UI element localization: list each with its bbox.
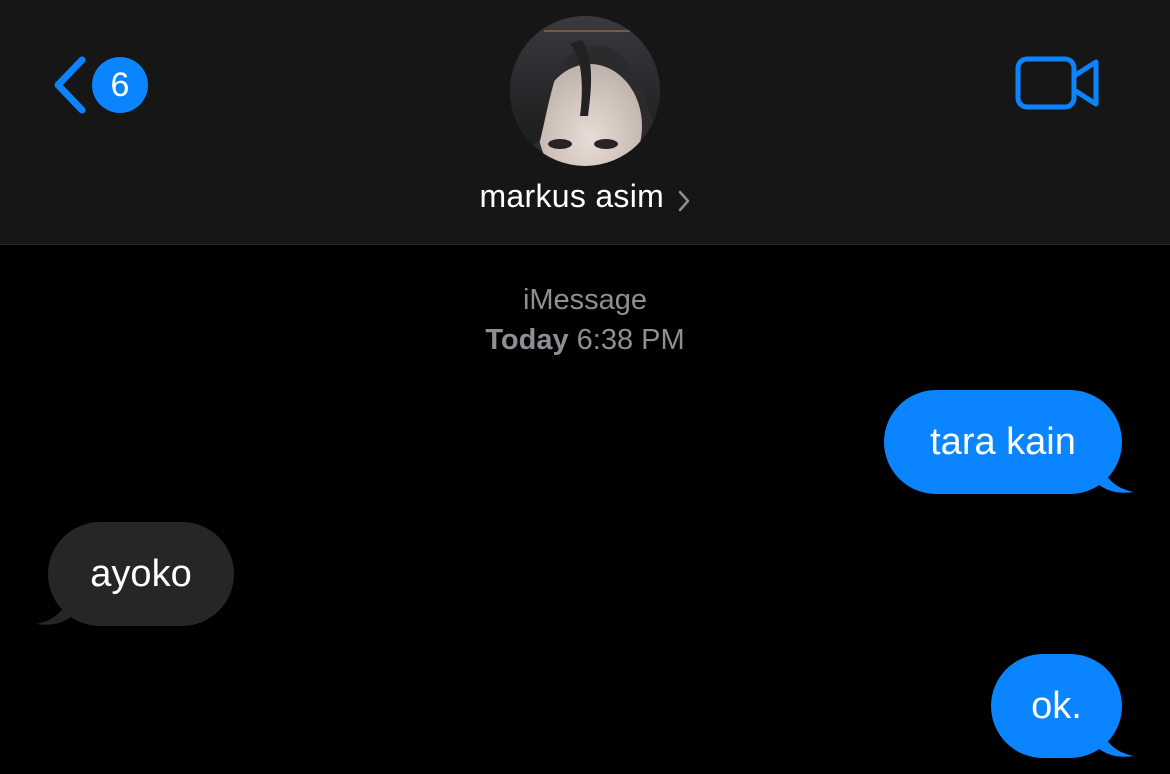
avatar[interactable] bbox=[510, 16, 660, 166]
video-call-button[interactable] bbox=[1012, 52, 1104, 116]
message-text: tara kain bbox=[884, 390, 1122, 494]
back-button[interactable]: 6 bbox=[44, 52, 154, 118]
contact-name: markus asim bbox=[479, 178, 665, 214]
sent-message-bubble[interactable]: tara kain bbox=[884, 390, 1134, 494]
message-text: ayoko bbox=[48, 522, 234, 626]
timestamp-day: Today bbox=[485, 324, 569, 356]
unread-count-badge: 6 bbox=[92, 57, 148, 113]
contact-photo bbox=[510, 16, 660, 166]
sent-message-bubble[interactable]: ok. bbox=[991, 654, 1134, 758]
timestamp-time: 6:38 PM bbox=[576, 324, 685, 356]
conversation-header: 6 markus asim bbox=[0, 0, 1170, 245]
messages-screen: 6 markus asim iMessage Today 6:38 PM tar… bbox=[0, 0, 1170, 774]
contact-name-button[interactable]: markus asim bbox=[0, 178, 1170, 215]
chevron-left-icon bbox=[54, 56, 86, 114]
video-camera-icon bbox=[1015, 56, 1099, 110]
message-timestamp: Today 6:38 PM bbox=[0, 324, 1170, 357]
message-text: ok. bbox=[991, 654, 1122, 758]
chevron-right-icon bbox=[678, 190, 689, 212]
received-message-bubble[interactable]: ayoko bbox=[36, 522, 234, 626]
service-label: iMessage bbox=[522, 284, 648, 316]
